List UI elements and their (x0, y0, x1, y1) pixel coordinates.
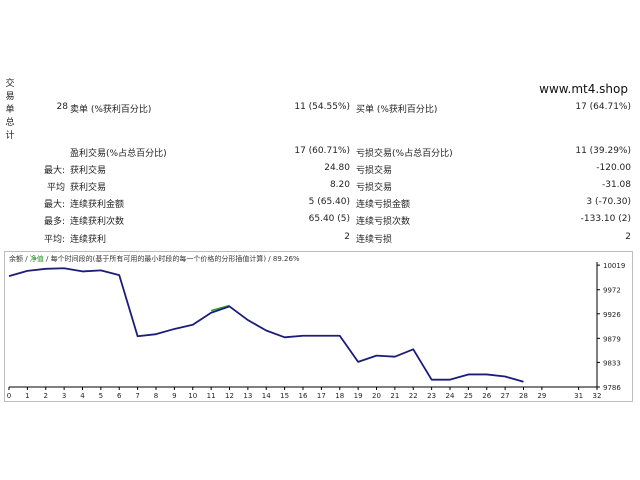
stat-value: 17 (60.71%) (294, 146, 350, 156)
chart-legend-description: 每个时间段的(基于所有可用的最小时段的每一个价格的分形插值计算) / 89.26… (50, 255, 300, 263)
y-tick-label: 9786 (603, 384, 621, 392)
stat-label: 获利交易 (70, 166, 107, 176)
x-tick-label: 1 (25, 392, 29, 400)
chart-legend-balance: 余额 (9, 255, 23, 263)
side-label-char: 计 (5, 131, 15, 141)
stat-label: 连续亏损金额 (356, 200, 411, 210)
x-tick-label: 31 (574, 392, 583, 400)
y-tick-label: 9972 (603, 287, 621, 295)
total-trades-value: 28 (56, 102, 68, 112)
x-tick-label: 21 (390, 392, 399, 400)
x-tick-label: 0 (7, 392, 11, 400)
stat-value: -31.08 (601, 180, 631, 190)
x-tick-label: 32 (593, 392, 602, 400)
stat-label: 亏损交易 (356, 183, 393, 193)
chart-header: 余额 / 净值 / 每个时间段的(基于所有可用的最小时段的每一个价格的分形插值计… (9, 254, 300, 264)
x-tick-label: 9 (172, 392, 176, 400)
stat-value: 5 (65.40) (308, 197, 350, 207)
stat-label: 连续获利 (70, 235, 107, 245)
side-label: 交 易 单 总 计 (5, 78, 15, 143)
stat-label: 买单 (%获利百分比) (356, 105, 438, 115)
x-tick-label: 22 (409, 392, 418, 400)
balance-chart-panel: 10019 9972 9926 9879 9833 9786 0 1 2 3 4 5 6 7 8 9 10 11 1… (4, 251, 633, 402)
stat-value: -133.10 (2) (580, 214, 631, 224)
x-tick-label: 25 (464, 392, 473, 400)
x-tick-label: 27 (501, 392, 510, 400)
x-tick-label: 6 (117, 392, 122, 400)
website-watermark: www.mt4.shop (539, 82, 628, 96)
stat-prefix: 最大: (43, 200, 65, 210)
stat-label: 连续获利金额 (70, 200, 125, 210)
stat-prefix: 平均: (43, 235, 65, 245)
x-tick-label: 11 (207, 392, 216, 400)
balance-chart: 10019997299269879983397860 1 2 3 4 5 6 7 8 9 10 11 1… (7, 262, 625, 400)
stat-value: 3 (-70.30) (586, 197, 631, 207)
balance-line (8, 267, 524, 383)
x-tick-label: 19 (354, 392, 363, 400)
x-tick-label: 3 (62, 392, 66, 400)
chart-legend-separator: / (23, 255, 30, 263)
x-tick-label: 15 (280, 392, 289, 400)
side-label-char: 交 (5, 79, 15, 89)
x-tick-label: 24 (446, 392, 455, 400)
stat-value: 8.20 (329, 180, 350, 190)
stat-value: -120.00 (596, 163, 631, 173)
stat-value: 2 (344, 232, 350, 242)
x-tick-label: 20 (372, 392, 381, 400)
x-tick-label: 10 (188, 392, 197, 400)
x-tick-label: 7 (135, 392, 139, 400)
x-tick-label: 4 (80, 392, 85, 400)
side-label-char: 总 (5, 118, 15, 128)
stat-value: 17 (64.71%) (575, 102, 631, 112)
chart-legend-equity: 净值 (29, 255, 44, 263)
x-tick-label: 14 (262, 392, 271, 400)
stat-label: 连续亏损 (356, 235, 393, 245)
x-tick-label: 5 (99, 392, 103, 400)
stat-label: 获利交易 (70, 183, 107, 193)
x-tick-label: 26 (482, 392, 491, 400)
side-label-char: 易 (5, 92, 15, 102)
x-tick-label: 8 (154, 392, 158, 400)
stat-label: 连续亏损次数 (356, 217, 411, 227)
y-tick-label: 10019 (603, 262, 625, 270)
side-label-char: 单 (5, 105, 15, 115)
y-tick-label: 9926 (603, 311, 621, 319)
x-tick-label: 2 (44, 392, 48, 400)
stat-value: 2 (625, 232, 631, 242)
x-tick-label: 28 (519, 392, 528, 400)
stat-prefix: 最多: (43, 217, 65, 227)
stat-value: 11 (39.29%) (575, 146, 631, 156)
x-tick-label: 17 (317, 392, 326, 400)
stat-label: 亏损交易 (356, 166, 393, 176)
y-tick-label: 9833 (603, 359, 621, 367)
chart-legend-separator: / (43, 255, 51, 263)
stat-label: 连续获利次数 (70, 217, 125, 227)
x-tick-label: 18 (335, 392, 344, 400)
stat-label: 盈利交易(%占总百分比) (70, 149, 167, 159)
stat-prefix: 最大: (43, 166, 65, 176)
stat-label: 亏损交易(%占总百分比) (356, 149, 453, 159)
x-tick-label: 23 (427, 392, 436, 400)
stat-prefix: 平均 (46, 183, 65, 193)
stat-value: 65.40 (5) (308, 214, 350, 224)
stat-value: 24.80 (324, 163, 350, 173)
stat-value: 11 (54.55%) (294, 102, 350, 112)
stat-label: 卖单 (%获利百分比) (70, 105, 152, 115)
x-tick-label: 29 (537, 392, 546, 400)
x-tick-label: 12 (225, 392, 234, 400)
x-tick-label: 16 (299, 392, 308, 400)
x-tick-label: 13 (243, 392, 252, 400)
y-tick-label: 9879 (603, 335, 621, 343)
